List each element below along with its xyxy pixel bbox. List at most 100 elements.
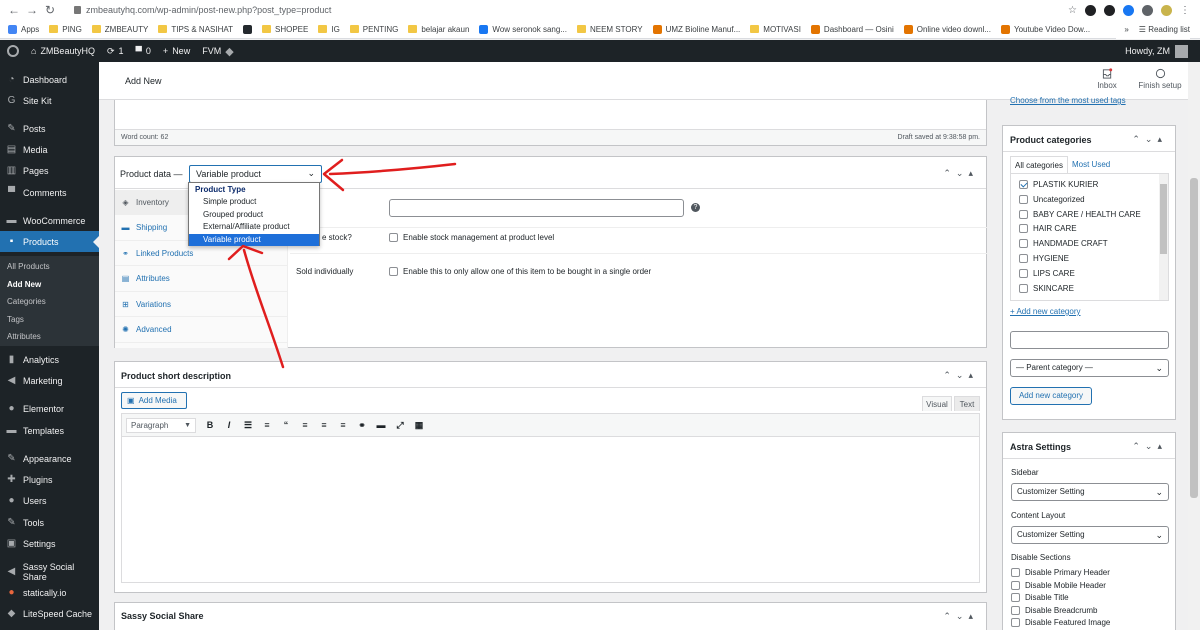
forward-icon[interactable]: → (26, 3, 38, 17)
sidebar-item-analytics[interactable]: ▮ Analytics (0, 349, 99, 370)
option-variable-product[interactable]: Variable product (189, 233, 319, 246)
sku-input[interactable] (389, 199, 684, 217)
bullet-list-icon[interactable]: ☰ (243, 420, 253, 431)
bookmark-item[interactable]: IG (318, 25, 340, 34)
add-category-button[interactable]: Add new category (1010, 387, 1092, 405)
tab-all-categories[interactable]: All categories (1010, 156, 1068, 173)
bookmark-item[interactable]: belajar akaun (408, 25, 469, 34)
bookmark-item[interactable]: MOTIVASI (750, 25, 801, 34)
product-type-select[interactable]: Variable product ⌄ (189, 165, 322, 183)
content-layout-select[interactable]: Customizer Setting ⌄ (1011, 526, 1169, 544)
sidebar-item-tools[interactable]: ✎ Tools (0, 512, 99, 533)
toolbar-toggle-icon[interactable]: ▦ (414, 420, 424, 431)
bookmark-item[interactable]: UMZ Bioline Manuf... (652, 24, 740, 34)
box-toggle-controls[interactable]: ⌃⌄▴ (1132, 134, 1167, 145)
scroll-thumb[interactable] (1160, 184, 1167, 254)
category-item[interactable]: HYGIENE (1019, 254, 1069, 263)
reload-icon[interactable]: ↻ (45, 3, 55, 17)
bookmark-item[interactable]: PING (49, 25, 82, 34)
category-checkbox[interactable] (1019, 180, 1028, 189)
italic-icon[interactable]: I (224, 420, 234, 430)
tab-most-used[interactable]: Most Used (1072, 156, 1132, 173)
category-checkbox[interactable] (1019, 194, 1028, 204)
category-item[interactable]: Uncategorized (1019, 194, 1085, 204)
sidebar-item-dashboard[interactable]: ◔ Dashboard (0, 69, 99, 90)
option-simple-product[interactable]: Simple product (189, 196, 319, 208)
submenu-item-all-products[interactable]: All Products (7, 262, 50, 271)
sidebar-item-sassy-social-share[interactable]: ◀ Sassy Social Share (0, 561, 99, 582)
category-item[interactable]: HANDMADE CRAFT (1019, 239, 1108, 249)
box-toggle-controls[interactable]: ⌃⌄▴ (1132, 441, 1167, 452)
category-item[interactable]: SKINCARE (1019, 283, 1074, 293)
category-checkbox[interactable] (1019, 283, 1028, 293)
fullscreen-icon[interactable]: ⤢ (395, 420, 405, 431)
sidebar-item-appearance[interactable]: ✎ Appearance (0, 448, 99, 469)
link-icon[interactable]: ⚭ (357, 420, 367, 431)
star-icon[interactable]: ☆ (1068, 5, 1077, 16)
sidebar-item-elementor[interactable]: ● Elementor (0, 398, 99, 419)
parent-category-select[interactable]: — Parent category — ⌄ (1010, 359, 1169, 377)
category-item[interactable]: BABY CARE / HEALTH CARE (1019, 209, 1141, 219)
facebook-icon[interactable] (1123, 4, 1134, 16)
admin-site-link[interactable]: ⌂ ZMBeautyHQ (31, 46, 95, 56)
category-item[interactable]: PLASTIK KURIER (1019, 180, 1098, 189)
bookmark-item[interactable]: ZMBEAUTY (91, 25, 148, 34)
disable-section-item[interactable]: Disable Breadcrumb (1011, 605, 1097, 615)
category-checkbox[interactable] (1019, 254, 1028, 263)
sidebar-item-statically-io[interactable]: ● statically.io (0, 582, 99, 603)
bookmark-item[interactable]: Apps (8, 24, 39, 34)
page-scrollbar[interactable] (1188, 62, 1200, 630)
wp-logo-icon[interactable] (7, 45, 19, 57)
sold-individually-row[interactable]: Enable this to only allow one of this it… (389, 267, 651, 276)
fvm-link[interactable]: FVM ◆ (202, 45, 233, 58)
submenu-item-attributes[interactable]: Attributes (7, 332, 41, 341)
most-used-tags-link[interactable]: Choose from the most used tags (1010, 96, 1126, 105)
short-description-editor[interactable] (121, 437, 980, 583)
tab-visual[interactable]: Visual (922, 396, 952, 411)
sidebar-item-settings[interactable]: ▣ Settings (0, 533, 99, 554)
sidebar-item-users[interactable]: ● Users (0, 490, 99, 511)
sidebar-item-comments[interactable]: ▀ Comments (0, 182, 99, 203)
scroll-thumb[interactable] (1190, 178, 1198, 498)
tab-text[interactable]: Text (954, 396, 980, 411)
disable-section-item[interactable]: Disable Mobile Header (1011, 580, 1106, 590)
sidebar-setting-select[interactable]: Customizer Setting ⌄ (1011, 483, 1169, 501)
finish-setup-button[interactable]: Finish setup (1135, 68, 1185, 90)
submenu-item-tags[interactable]: Tags (7, 315, 24, 324)
disable-section-checkbox[interactable] (1011, 605, 1020, 615)
tab-variations[interactable]: ⊞ Variations (115, 292, 288, 317)
bookmark-item[interactable]: NEEM STORY (576, 25, 643, 34)
sidebar-item-litespeed-cache[interactable]: ◆ LiteSpeed Cache (0, 603, 99, 624)
sidebar-item-pages[interactable]: ▥ Pages (0, 160, 99, 181)
box-toggle-controls[interactable]: ⌃⌄▴ (943, 168, 978, 179)
bookmark-item[interactable]: Wow seronok sang... (479, 24, 567, 34)
bookmark-item[interactable]: Online video downl... (903, 24, 991, 34)
box-toggle-controls[interactable]: ⌃⌄▴ (943, 611, 978, 622)
bookmark-item[interactable]: TIPS & NASIHAT (158, 25, 233, 34)
sold-individually-checkbox[interactable] (389, 267, 398, 276)
category-scrollbar[interactable] (1159, 174, 1168, 300)
read-more-icon[interactable]: ▬ (376, 420, 386, 430)
submenu-item-categories[interactable]: Categories (7, 297, 46, 306)
category-checkbox[interactable] (1019, 239, 1028, 249)
bookmark-item[interactable]: Dashboard — Osini (810, 24, 894, 34)
new-content-link[interactable]: + New (163, 46, 190, 56)
blockquote-icon[interactable]: “ (281, 420, 291, 430)
align-left-icon[interactable]: ≡ (300, 420, 310, 430)
bookmark-item[interactable]: PENTING (349, 25, 398, 34)
disable-section-item[interactable]: Disable Featured Image (1011, 618, 1110, 627)
account-menu[interactable]: Howdy, ZM (1125, 40, 1188, 62)
add-new-category-link[interactable]: + Add new category (1010, 307, 1081, 316)
extension-icon[interactable] (1085, 4, 1096, 16)
category-checkbox[interactable] (1019, 268, 1028, 278)
comments-link[interactable]: ▀ 0 (136, 46, 151, 56)
tab-attributes[interactable]: ▤ Attributes (115, 267, 288, 292)
sidebar-item-plugins[interactable]: ✚ Plugins (0, 469, 99, 490)
bookmark-item[interactable]: SHOPEE (262, 25, 308, 34)
extension-icon[interactable] (1104, 4, 1115, 16)
sidebar-item-site-kit[interactable]: G Site Kit (0, 90, 99, 111)
manage-stock-checkbox[interactable] (389, 233, 398, 242)
sidebar-item-marketing[interactable]: ◀ Marketing (0, 370, 99, 391)
tab-advanced[interactable]: ✺ Advanced (115, 318, 288, 343)
box-toggle-controls[interactable]: ⌃⌄▴ (943, 370, 978, 381)
